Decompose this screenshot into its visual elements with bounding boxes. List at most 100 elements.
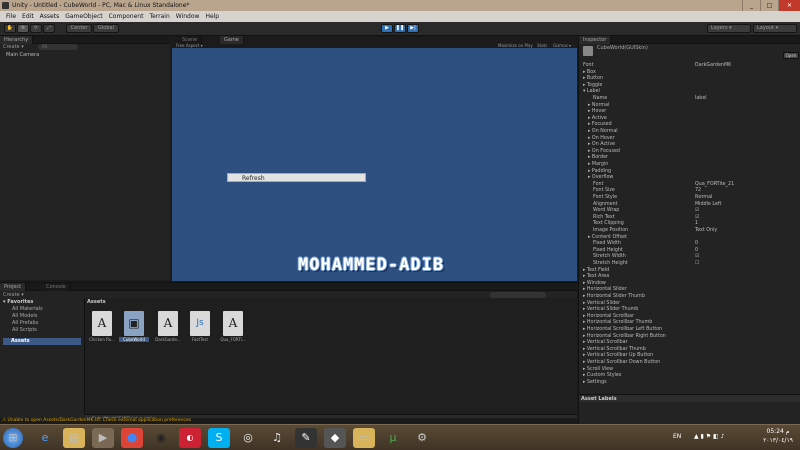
inspector-row-value[interactable]: 1	[695, 221, 698, 228]
inspector-row[interactable]: ▸ Normal	[579, 103, 799, 110]
inspector-row-value[interactable]: 0	[695, 241, 698, 248]
menu-help[interactable]: Help	[202, 11, 222, 22]
hand-tool-icon[interactable]: ✋	[4, 24, 16, 33]
tab-game[interactable]: Game	[220, 36, 244, 44]
start-icon[interactable]: ⊞	[3, 428, 23, 448]
inspector-row[interactable]: Font Style Normal	[579, 195, 799, 202]
chrome-icon[interactable]	[121, 428, 143, 448]
inspector-row[interactable]: ▸ Box	[579, 70, 799, 77]
clock-time[interactable]: 05:24 م	[758, 428, 798, 435]
asset-cubeworld-guiskin[interactable]: ▣	[124, 311, 144, 336]
asset-qua-fortitle-font[interactable]: A	[223, 311, 243, 336]
move-tool-icon[interactable]: ✥	[17, 24, 29, 33]
favorite-all-scripts[interactable]: All Scripts	[12, 327, 37, 333]
inspector-row[interactable]: ▾ Label	[579, 89, 799, 96]
hierarchy-create-button[interactable]: Create ▾	[3, 44, 24, 50]
language-indicator[interactable]: EN	[673, 433, 681, 440]
inspector-row[interactable]: ▸ Text Field	[579, 268, 799, 275]
tab-hierarchy[interactable]: Hierarchy	[0, 36, 34, 44]
inspector-row[interactable]: ▸ Horizontal Scrollbar Left Button	[579, 327, 799, 334]
assets-folder-item[interactable]: Assets	[3, 338, 81, 345]
refresh-button[interactable]: Refresh	[227, 173, 366, 182]
inspector-row[interactable]: ▸ Vertical Slider Thumb	[579, 307, 799, 314]
inspector-row[interactable]: ▸ Custom Styles	[579, 373, 799, 380]
hierarchy-item-main-camera[interactable]: Main Camera	[6, 52, 39, 58]
utorrent-icon[interactable]: µ	[382, 428, 404, 448]
layout-dropdown[interactable]: Layout ▾	[753, 24, 797, 33]
hierarchy-search-input[interactable]: All	[38, 44, 78, 50]
favorite-all-models[interactable]: All Models	[12, 313, 37, 319]
favorites-header[interactable]: ▾ Favorites	[3, 299, 33, 305]
inspector-row-value[interactable]: 72	[695, 188, 701, 195]
inspector-row[interactable]: Font DarkGardenMK	[579, 63, 799, 70]
menu-assets[interactable]: Assets	[37, 11, 63, 22]
global-local-button[interactable]: Global	[93, 24, 119, 33]
inspector-row[interactable]: ▸ Border	[579, 155, 799, 162]
close-button[interactable]: ✕	[778, 0, 800, 11]
layers-dropdown[interactable]: Layers ▾	[707, 24, 751, 33]
unity-icon[interactable]: ◆	[324, 428, 346, 448]
menu-edit[interactable]: Edit	[19, 11, 37, 22]
pivot-center-button[interactable]: Center	[66, 24, 92, 33]
step-button[interactable]: ▶|	[407, 24, 419, 33]
inspector-row[interactable]: ▸ Vertical Scrollbar Down Button	[579, 360, 799, 367]
maximize-button[interactable]: □	[760, 0, 778, 11]
inspector-row[interactable]: ▸ On Normal	[579, 129, 799, 136]
inspector-row[interactable]: Word Wrap ☑	[579, 208, 799, 215]
inspector-row[interactable]: ▸ Button	[579, 76, 799, 83]
inspector-row[interactable]: ▸ Settings	[579, 380, 799, 387]
menu-gameobject[interactable]: GameObject	[62, 11, 105, 22]
inspector-row[interactable]: ▸ Overflow	[579, 175, 799, 182]
inspector-row-value[interactable]: ☑	[695, 254, 699, 261]
inspector-row[interactable]: Stretch Height ☐	[579, 261, 799, 268]
pause-button[interactable]: ❚❚	[394, 24, 406, 33]
inspector-row[interactable]: ▸ Horizontal Scrollbar Thumb	[579, 320, 799, 327]
menu-terrain[interactable]: Terrain	[146, 11, 172, 22]
play-button[interactable]: ▶	[381, 24, 393, 33]
asset-labels-header[interactable]: Asset Labels	[579, 394, 800, 402]
inspector-row[interactable]: ▸ On Active	[579, 142, 799, 149]
inspector-row-value[interactable]: DarkGardenMK	[695, 63, 731, 70]
asset-chicken-font[interactable]: A	[92, 311, 112, 336]
inspector-row-value[interactable]: label	[695, 96, 707, 103]
network-icon[interactable]: ⚙	[411, 428, 433, 448]
asset-fasttest-script[interactable]: Js	[190, 311, 210, 336]
inspector-row[interactable]: Fixed Width 0	[579, 241, 799, 248]
inspector-row-value[interactable]: ☐	[695, 261, 699, 268]
tab-inspector[interactable]: Inspector	[579, 36, 612, 44]
internet-explorer-icon[interactable]: e	[34, 428, 56, 448]
scale-tool-icon[interactable]: ⤢	[43, 24, 55, 33]
inspector-row[interactable]: ▸ Horizontal Slider Thumb	[579, 294, 799, 301]
skype-icon[interactable]: S	[208, 428, 230, 448]
inspector-row-value[interactable]: Normal	[695, 195, 712, 202]
inspector-row[interactable]: ▸ Text Area	[579, 274, 799, 281]
inspector-row[interactable]: Stretch Width ☑	[579, 254, 799, 261]
tab-console[interactable]: Console	[42, 283, 71, 291]
inspector-row-value[interactable]: ☑	[695, 208, 699, 215]
inspector-row[interactable]: ▸ Hover	[579, 109, 799, 116]
asset-darkgarden-font[interactable]: A	[158, 311, 178, 336]
inspector-row[interactable]: ▸ Vertical Scrollbar	[579, 340, 799, 347]
favorite-all-prefabs[interactable]: All Prefabs	[12, 320, 38, 326]
inspector-row-value[interactable]: Text Only	[695, 228, 717, 235]
clock-date[interactable]: ٢٠١٣/٠٤/١٩	[758, 437, 798, 444]
favorite-all-materials[interactable]: All Materials	[12, 306, 43, 312]
inspector-row[interactable]: ▸ Horizontal Slider	[579, 287, 799, 294]
ccleaner-icon[interactable]: ◐	[179, 428, 201, 448]
inspector-row[interactable]: ▸ Focused	[579, 122, 799, 129]
project-create-button[interactable]: Create ▾	[3, 292, 24, 298]
tab-project[interactable]: Project	[0, 283, 27, 291]
inspector-row[interactable]: Font Size 72	[579, 188, 799, 195]
notes-icon[interactable]: ✎	[295, 428, 317, 448]
game-view[interactable]	[172, 48, 577, 281]
menu-file[interactable]: File	[3, 11, 19, 22]
menu-component[interactable]: Component	[106, 11, 147, 22]
inspector-row[interactable]: Text Clipping 1	[579, 221, 799, 228]
rotate-tool-icon[interactable]: ⟳	[30, 24, 42, 33]
clipboard-icon[interactable]: ◎	[237, 428, 259, 448]
nero-icon[interactable]: ◉	[150, 428, 172, 448]
inspector-row[interactable]: Name label	[579, 96, 799, 103]
tray-icons[interactable]: ▲ ▮ ⚑ ◧ ♪	[694, 433, 724, 440]
open-button[interactable]: Open	[783, 52, 799, 59]
minimize-button[interactable]: _	[742, 0, 760, 11]
